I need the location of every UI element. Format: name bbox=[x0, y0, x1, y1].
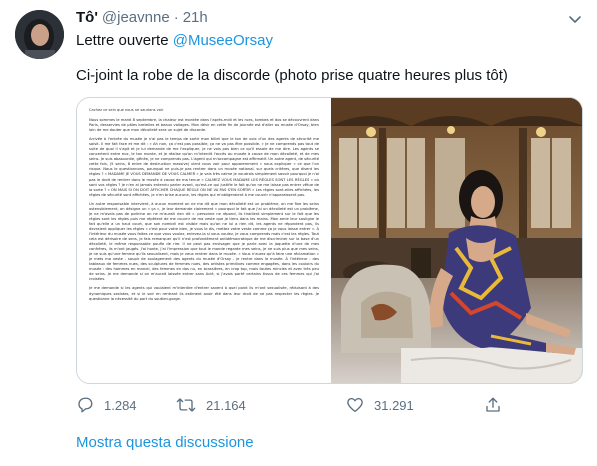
chevron-down-icon[interactable] bbox=[566, 10, 584, 28]
author-display-name[interactable]: Tô' bbox=[76, 9, 98, 26]
tweet-header: Tô' @jeavnne · 21h bbox=[76, 9, 208, 27]
tweet-text-line-1: Lettre ouverte @MuseeOrsay bbox=[76, 32, 273, 49]
retweet-count: 21.164 bbox=[206, 397, 246, 413]
reply-icon bbox=[78, 397, 93, 413]
letter-paragraph: Nous sommes le mardi 8 septembre, la cha… bbox=[89, 118, 319, 133]
like-icon bbox=[347, 397, 363, 413]
show-thread-link[interactable]: Mostra questa discussione bbox=[76, 434, 254, 451]
tweet-timestamp[interactable]: 21h bbox=[183, 9, 208, 26]
reply-count: 1.284 bbox=[104, 397, 137, 413]
retweet-icon bbox=[176, 398, 196, 412]
retweet-button[interactable]: 21.164 bbox=[176, 395, 246, 415]
author-handle[interactable]: @jeavnne bbox=[102, 9, 170, 26]
avatar[interactable] bbox=[15, 10, 64, 59]
tweet-actions: 1.284 21.164 31.291 bbox=[76, 395, 506, 415]
dress-photo[interactable] bbox=[331, 98, 582, 383]
letter-paragraph: Je me demande si les agents qui voulaien… bbox=[89, 286, 319, 301]
tweet[interactable]: Tô' @jeavnne · 21h Lettre ouverte @Musee… bbox=[0, 0, 597, 466]
tweet-media[interactable]: Cachez ce sein que nous ne saurions voir… bbox=[76, 97, 583, 384]
share-icon bbox=[486, 397, 500, 412]
letter-title: Cachez ce sein que nous ne saurions voir bbox=[89, 108, 164, 112]
separator-dot: · bbox=[173, 9, 179, 26]
like-button[interactable]: 31.291 bbox=[346, 395, 414, 415]
tweet-text-line-2: Ci-joint la robe de la discorde (photo p… bbox=[76, 67, 508, 84]
letter-image[interactable]: Cachez ce sein que nous ne saurions voir… bbox=[77, 98, 329, 383]
reply-button[interactable]: 1.284 bbox=[76, 395, 137, 415]
tweet-text-prefix: Lettre ouverte bbox=[76, 32, 173, 49]
share-button[interactable] bbox=[484, 395, 502, 415]
letter-paragraph: Un autre responsable intervient, à aucun… bbox=[89, 201, 319, 282]
mention-link[interactable]: @MuseeOrsay bbox=[173, 32, 273, 49]
like-count: 31.291 bbox=[374, 397, 414, 413]
letter-paragraph: Arrivée à l'entrée du musée je n'ai pas … bbox=[89, 137, 319, 197]
